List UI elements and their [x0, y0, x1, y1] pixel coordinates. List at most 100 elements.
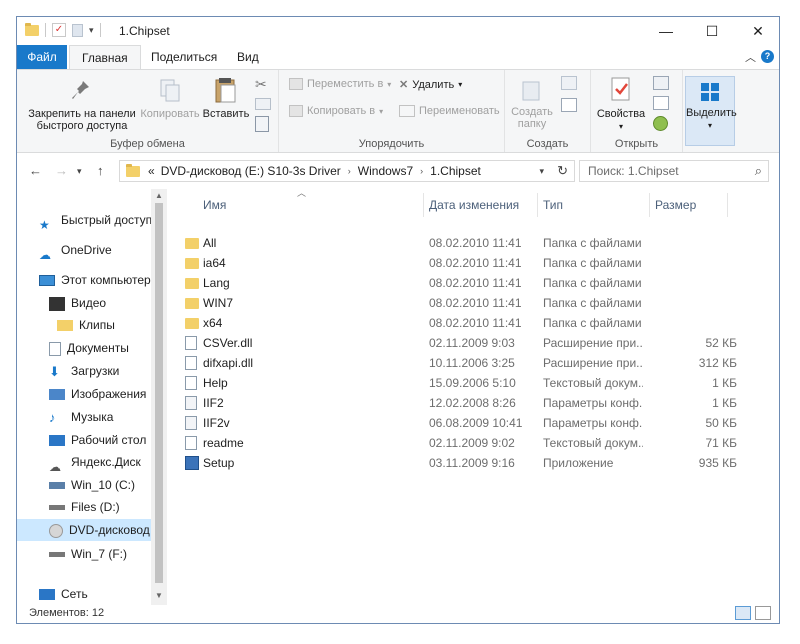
- nav-item-documents[interactable]: Документы: [17, 337, 167, 359]
- file-row[interactable]: IIF2 12.02.2008 8:26 Параметры конф... 1 КБ: [185, 393, 745, 413]
- refresh-icon[interactable]: ↻: [557, 163, 568, 179]
- file-date: 08.02.2010 11:41: [429, 316, 522, 330]
- select-button[interactable]: Выделить ▾: [685, 76, 737, 146]
- file-row[interactable]: CSVer.dll 02.11.2009 9:03 Расширение при..…: [185, 333, 745, 353]
- open-icon[interactable]: [653, 76, 669, 90]
- column-header-type[interactable]: Тип: [543, 193, 563, 217]
- column-divider[interactable]: [423, 193, 424, 217]
- column-divider[interactable]: [649, 193, 650, 217]
- copy-to-button[interactable]: Копировать в ▾: [289, 105, 383, 117]
- back-arrow-icon[interactable]: ←: [29, 163, 42, 178]
- tab-home[interactable]: Главная: [69, 45, 141, 69]
- organize-group: Переместить в ▾ ✕ Удалить ▾ Копировать в…: [279, 70, 505, 152]
- new-folder-button[interactable]: Создать папку: [509, 78, 555, 130]
- delete-x-icon: ✕: [399, 79, 409, 91]
- nav-item-drive-c[interactable]: Win_10 (C:): [17, 474, 167, 496]
- column-header-size[interactable]: Размер: [655, 193, 696, 217]
- new-item-icon[interactable]: [561, 76, 577, 90]
- config-file-icon: [185, 416, 197, 430]
- nav-item-clips[interactable]: Клипы: [17, 314, 167, 336]
- large-icons-view-icon[interactable]: [755, 606, 771, 620]
- file-row[interactable]: ia64 08.02.2010 11:41 Папка с файлами: [185, 253, 745, 273]
- search-input[interactable]: Поиск: 1.Chipset ⌕: [579, 160, 769, 182]
- cut-scissors-icon[interactable]: ✂: [255, 76, 267, 93]
- copy-path-icon[interactable]: [255, 98, 271, 110]
- nav-label: DVD-дисковод (: [69, 523, 158, 537]
- nav-item-dvd-drive[interactable]: DVD-дисковод (: [17, 519, 167, 541]
- edit-icon[interactable]: [653, 96, 669, 110]
- collapse-ribbon-chevron-icon[interactable]: ︿: [745, 49, 756, 65]
- pin-icon: [72, 81, 89, 99]
- text-file-icon: [185, 376, 197, 390]
- file-row[interactable]: Setup 03.11.2009 9:16 Приложение 935 КБ: [185, 453, 745, 473]
- properties-check-icon[interactable]: ✓: [52, 23, 66, 37]
- scroll-thumb[interactable]: [155, 203, 163, 583]
- nav-item-this-pc[interactable]: Этот компьютер: [17, 269, 167, 291]
- rename-button[interactable]: Переименовать: [399, 105, 500, 117]
- nav-item-music[interactable]: ♪ Музыка: [17, 406, 167, 428]
- nav-item-video[interactable]: Видео: [17, 292, 167, 314]
- file-row[interactable]: difxapi.dll 10.11.2006 3:25 Расширение при…: [185, 353, 745, 373]
- breadcrumb-chipset[interactable]: 1.Chipset: [430, 164, 481, 178]
- tab-view[interactable]: Вид: [225, 45, 271, 69]
- breadcrumb-dvd-drive[interactable]: DVD-дисковод (E:) S10-3s Driver: [161, 164, 341, 178]
- file-date: 06.08.2009 10:41: [429, 416, 523, 430]
- column-divider[interactable]: [537, 193, 538, 217]
- close-button[interactable]: ✕: [735, 17, 779, 45]
- move-to-button[interactable]: Переместить в ▾: [289, 78, 391, 90]
- nav-item-drive-f[interactable]: Win_7 (F:): [17, 543, 167, 565]
- nav-item-desktop[interactable]: Рабочий стол: [17, 429, 167, 451]
- scroll-down-chevron-icon[interactable]: ▼: [155, 591, 163, 600]
- nav-item-pictures[interactable]: Изображения: [17, 383, 167, 405]
- help-icon[interactable]: ?: [761, 50, 774, 63]
- details-view-icon[interactable]: [735, 606, 751, 620]
- easy-access-icon[interactable]: [561, 98, 577, 112]
- file-type: Папка с файлами: [543, 236, 642, 250]
- dll-icon: [185, 336, 197, 350]
- nav-scrollbar[interactable]: ▲ ▼: [151, 189, 167, 605]
- recent-chevron-icon[interactable]: ▾: [77, 166, 82, 177]
- file-name: IIF2: [203, 396, 224, 410]
- tab-share[interactable]: Поделиться: [139, 45, 229, 69]
- column-header-name[interactable]: Имя: [203, 193, 226, 217]
- nav-item-quick-access[interactable]: ★ Быстрый доступ: [17, 209, 167, 231]
- maximize-button[interactable]: ☐: [689, 17, 735, 45]
- nav-item-drive-d[interactable]: Files (D:): [17, 496, 167, 518]
- breadcrumb-windows7[interactable]: Windows7: [358, 164, 413, 178]
- folder-icon: [185, 258, 199, 269]
- nav-item-yandex-disk[interactable]: ☁ Яндекс.Диск: [17, 451, 167, 473]
- nav-item-network[interactable]: Сеть: [17, 583, 167, 605]
- folder-icon: [25, 22, 39, 36]
- forward-arrow-icon[interactable]: →: [55, 163, 68, 178]
- properties-button[interactable]: Свойства ▾: [595, 76, 647, 133]
- history-icon[interactable]: [653, 116, 668, 131]
- file-row[interactable]: WIN7 08.02.2010 11:41 Папка с файлами: [185, 293, 745, 313]
- customize-qat-chevron-icon[interactable]: ▾: [89, 25, 94, 36]
- star-icon: ★: [39, 217, 50, 231]
- paste-shortcut-icon[interactable]: [255, 116, 269, 132]
- file-row[interactable]: x64 08.02.2010 11:41 Папка с файлами: [185, 313, 745, 333]
- new-folder-icon: [522, 81, 540, 101]
- file-row[interactable]: All 08.02.2010 11:41 Папка с файлами: [185, 233, 745, 253]
- file-row[interactable]: Help 15.09.2006 5:10 Текстовый докум... 1 К…: [185, 373, 745, 393]
- file-row[interactable]: readme 02.11.2009 9:02 Текстовый докум... 7…: [185, 433, 745, 453]
- delete-button[interactable]: ✕ Удалить ▾: [399, 78, 462, 92]
- scroll-up-chevron-icon[interactable]: ▲: [155, 191, 163, 200]
- pin-quick-access-button[interactable]: Закрепить на панели быстрого доступа: [23, 78, 141, 132]
- chevron-down-icon: ▾: [618, 122, 623, 131]
- new-folder-icon[interactable]: [72, 23, 83, 37]
- column-header-date[interactable]: Дата изменения: [429, 193, 519, 217]
- nav-item-downloads[interactable]: ⬇ Загрузки: [17, 360, 167, 382]
- address-bar[interactable]: « DVD-дисковод (E:) S10-3s Driver › Wind…: [119, 160, 575, 182]
- up-arrow-icon[interactable]: ↑: [97, 163, 104, 178]
- nav-item-onedrive[interactable]: ☁ OneDrive: [17, 239, 167, 261]
- minimize-button[interactable]: —: [643, 17, 689, 45]
- file-row[interactable]: IIF2v 06.08.2009 10:41 Параметры конф... 50…: [185, 413, 745, 433]
- breadcrumb-overflow[interactable]: «: [148, 164, 155, 178]
- address-history-chevron-icon[interactable]: ▾: [539, 166, 544, 177]
- column-divider[interactable]: [727, 193, 728, 217]
- paste-button[interactable]: Вставить: [201, 76, 251, 120]
- file-row[interactable]: Lang 08.02.2010 11:41 Папка с файлами: [185, 273, 745, 293]
- tab-file[interactable]: Файл: [17, 45, 67, 69]
- copy-button[interactable]: Копировать: [139, 78, 201, 120]
